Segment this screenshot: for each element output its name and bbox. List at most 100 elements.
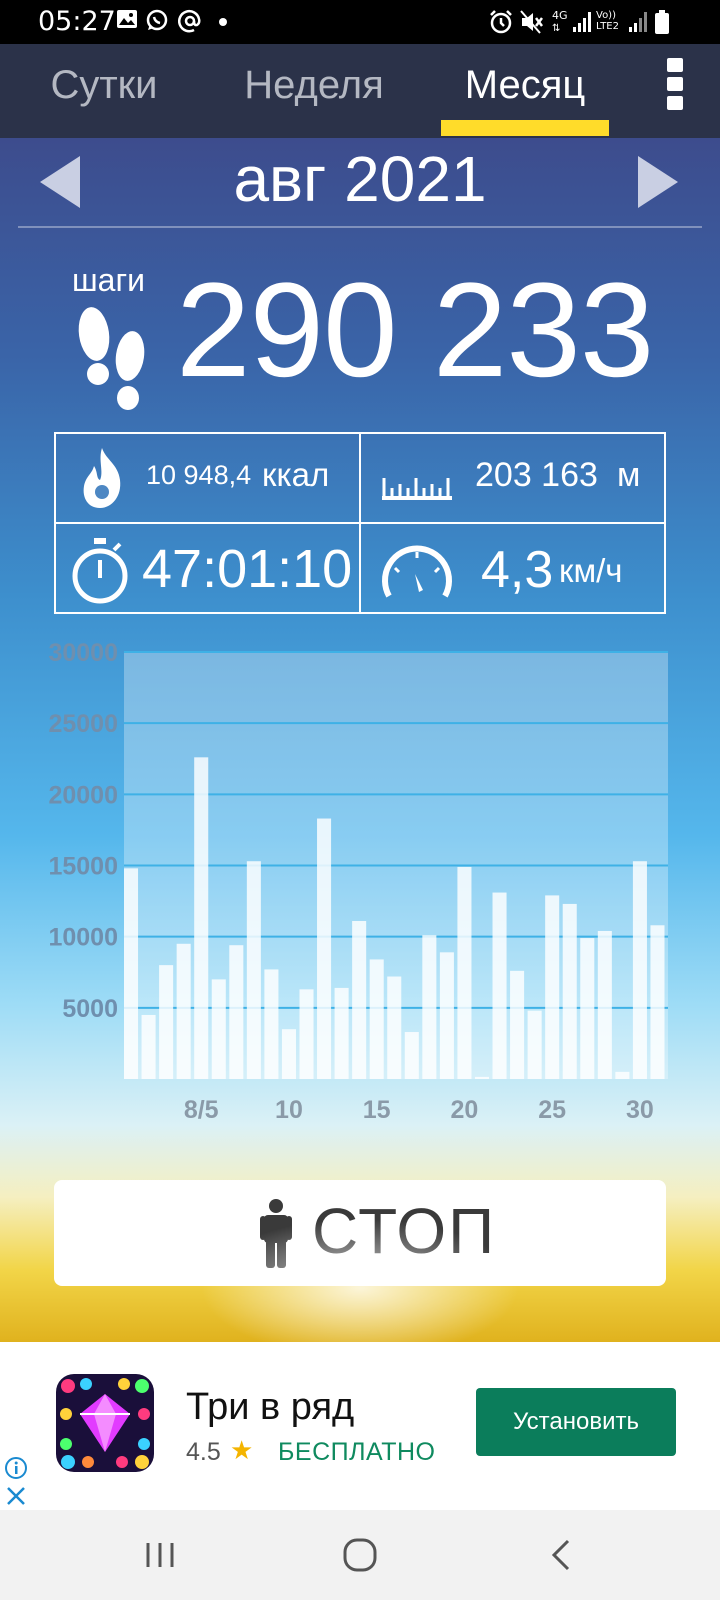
chart-bar	[159, 965, 174, 1079]
distance-cell: 203 163 м	[361, 434, 664, 524]
duration-value: 47:01:10	[142, 539, 353, 599]
tab-week[interactable]: Неделя	[228, 44, 400, 138]
chart-bar	[246, 861, 261, 1079]
chart-bar	[632, 861, 647, 1079]
tab-bar: Сутки Неделя Месяц	[0, 44, 720, 138]
active-tab-indicator	[441, 120, 609, 136]
x-tick-label: 15	[363, 1096, 391, 1124]
calories-value: 10 948,4	[146, 460, 252, 490]
speedometer-icon	[382, 545, 452, 598]
ad-price: БЕСПЛАТНО	[278, 1438, 436, 1466]
calories-cell: 10 948,4 ккал	[56, 434, 361, 524]
distance-value: 203 163	[475, 456, 598, 494]
chart-bar	[527, 1010, 542, 1079]
alarm-icon	[488, 9, 514, 35]
x-tick-label: 25	[538, 1096, 566, 1124]
info-icon[interactable]	[4, 1456, 28, 1480]
signal-icon	[628, 9, 648, 35]
chart-bar	[211, 979, 226, 1079]
home-icon[interactable]	[340, 1535, 380, 1575]
stats-grid: 10 948,4 ккал 203 163 м 47:01:10 4,3 км/…	[54, 432, 666, 614]
chart-bar	[562, 903, 577, 1079]
period-navigator: авг 2021	[0, 138, 720, 230]
ad-rating: 4.5	[186, 1438, 221, 1466]
steps-count: 290 233	[176, 256, 654, 405]
mute-icon	[520, 9, 544, 35]
app-icon[interactable]	[56, 1374, 154, 1472]
y-tick-label: 10000	[48, 924, 118, 952]
chart-bar	[229, 945, 244, 1079]
close-icon[interactable]	[4, 1484, 28, 1508]
steps-label: шаги	[72, 262, 146, 298]
4g-icon: 4G ⇅	[552, 9, 568, 35]
chart-bar	[422, 935, 437, 1079]
y-tick-label: 5000	[62, 995, 118, 1023]
main-panel: авг 2021 шаги 290 233 10 948,4 ккал 203 …	[0, 138, 720, 1358]
install-button[interactable]: Установить	[476, 1388, 676, 1456]
ad-title[interactable]: Три в ряд	[186, 1386, 354, 1429]
duration-cell: 47:01:10	[56, 524, 361, 614]
chart-bar	[404, 1032, 419, 1079]
y-tick-label: 15000	[48, 853, 118, 881]
chart-bar	[545, 895, 560, 1079]
network-type: 4G	[552, 9, 568, 22]
speed-unit: км/ч	[559, 552, 623, 589]
chart-bar	[597, 930, 612, 1079]
distance-unit: м	[617, 456, 641, 494]
chart-bar	[176, 943, 191, 1079]
y-tick-label: 25000	[48, 710, 118, 738]
x-tick-label: 20	[451, 1096, 479, 1124]
tab-day[interactable]: Сутки	[18, 44, 190, 138]
x-tick-label: 10	[275, 1096, 303, 1124]
ruler-icon	[382, 478, 452, 500]
status-time: 05:27	[38, 6, 116, 37]
system-nav-bar	[0, 1510, 720, 1600]
at-icon	[178, 9, 202, 35]
y-tick-label: 30000	[48, 639, 118, 667]
volte-icon: Vo)) LTE2	[596, 10, 619, 32]
ad-banner[interactable]: Три в ряд 4.5 ★ БЕСПЛАТНО Установить	[0, 1342, 720, 1510]
calories-unit: ккал	[262, 456, 330, 493]
star-icon: ★	[230, 1435, 254, 1465]
chart-bar	[650, 925, 665, 1079]
speed-value: 4,3	[481, 541, 554, 599]
chart-bar	[457, 866, 472, 1079]
divider	[18, 226, 702, 228]
x-tick-label: 30	[626, 1096, 654, 1124]
chart-bar	[264, 969, 279, 1079]
chart-bar	[299, 989, 314, 1079]
chart-bar	[317, 818, 332, 1079]
chart-bar	[615, 1071, 630, 1079]
whatsapp-icon	[146, 9, 168, 35]
chart-bar	[474, 1076, 490, 1079]
battery-icon	[654, 9, 670, 35]
chart-bar	[580, 938, 595, 1079]
y-tick-label: 20000	[48, 781, 118, 809]
chart-bar	[194, 757, 209, 1079]
status-bar: 05:27 4G ⇅ Vo)) LTE2	[0, 0, 720, 44]
signal-icon	[572, 9, 594, 35]
next-period-arrow-icon[interactable]	[632, 152, 682, 212]
stopwatch-icon	[72, 538, 128, 604]
chart-bar	[141, 1014, 156, 1079]
speed-cell: 4,3 км/ч	[361, 524, 664, 614]
chart-bar	[369, 959, 384, 1079]
overflow-menu-icon[interactable]	[664, 58, 686, 116]
flame-icon	[83, 448, 121, 508]
person-icon	[260, 1199, 292, 1268]
steps-bar-chart: 30000 25000 20000 15000 10000 5000 8/5 10 15 20 25…	[48, 639, 668, 1124]
x-tick-label: 8/5	[184, 1096, 219, 1124]
stop-button-label: СТОП	[312, 1195, 497, 1267]
dot-icon	[218, 9, 228, 35]
recent-apps-icon[interactable]	[140, 1535, 180, 1575]
chart-bar	[387, 976, 402, 1079]
stop-button[interactable]: СТОП	[54, 1180, 666, 1286]
chart-bar	[492, 892, 507, 1079]
footprints-icon	[78, 307, 145, 410]
back-icon[interactable]	[542, 1535, 582, 1575]
image-icon	[116, 9, 138, 35]
chart-bar	[352, 921, 367, 1079]
period-title: авг 2021	[233, 143, 487, 215]
chart-bar	[510, 970, 525, 1079]
chart-bar	[439, 952, 454, 1079]
